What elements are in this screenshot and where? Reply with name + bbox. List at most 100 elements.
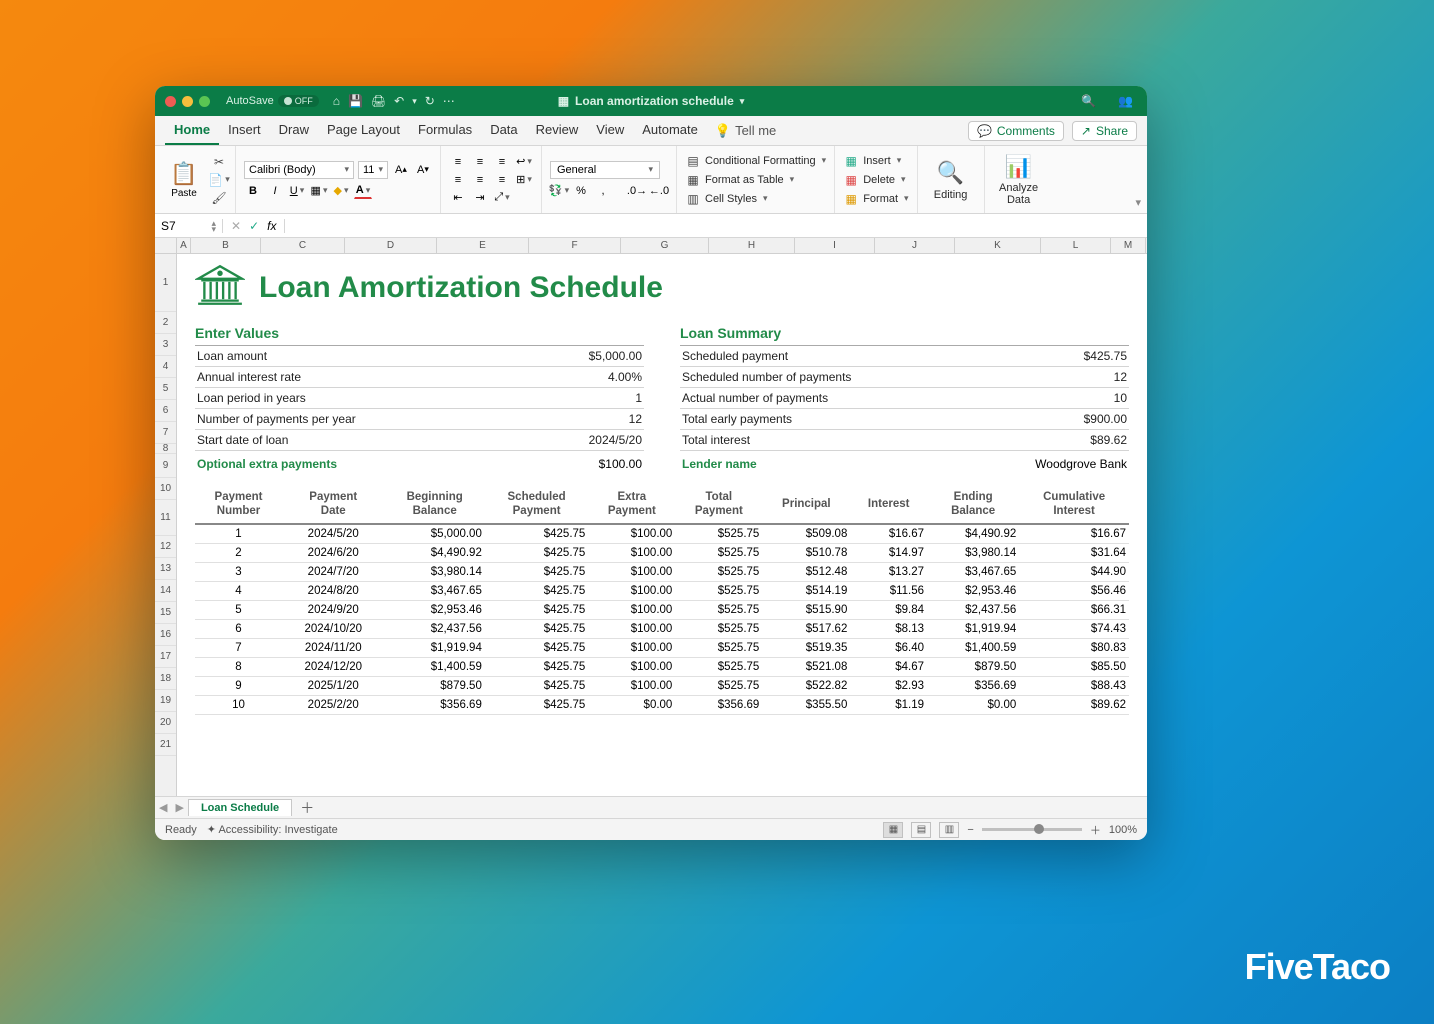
cut-icon[interactable]: ✂ xyxy=(211,154,227,170)
add-sheet-icon[interactable]: ＋ xyxy=(292,798,322,818)
table-cell[interactable]: 9 xyxy=(195,676,282,695)
table-cell[interactable]: 2024/12/20 xyxy=(282,657,385,676)
align-middle-icon[interactable]: ≡ xyxy=(471,154,489,170)
table-cell[interactable]: 1 xyxy=(195,524,282,544)
align-right-icon[interactable]: ≡ xyxy=(493,172,511,188)
table-cell[interactable]: $14.97 xyxy=(850,543,927,562)
table-cell[interactable]: $525.75 xyxy=(675,524,762,544)
table-cell[interactable]: $525.75 xyxy=(675,638,762,657)
view-normal-icon[interactable]: ▦ xyxy=(883,822,903,838)
table-header[interactable]: EndingBalance xyxy=(927,487,1019,524)
wrap-text-icon[interactable]: ↩▾ xyxy=(515,154,533,170)
table-cell[interactable]: $9.84 xyxy=(850,600,927,619)
undo-icon[interactable]: ↶ xyxy=(394,94,404,108)
tab-automate[interactable]: Automate xyxy=(633,117,707,145)
table-cell[interactable]: 2024/9/20 xyxy=(282,600,385,619)
table-cell[interactable]: $1,919.94 xyxy=(927,619,1019,638)
table-cell[interactable]: $514.19 xyxy=(762,581,850,600)
row-header[interactable]: 16 xyxy=(155,624,176,646)
row-header[interactable]: 3 xyxy=(155,334,176,356)
row-header[interactable]: 7 xyxy=(155,422,176,444)
col-header[interactable]: B xyxy=(191,238,261,253)
row-header[interactable]: 10 xyxy=(155,478,176,500)
table-cell[interactable]: $425.75 xyxy=(485,562,588,581)
table-cell[interactable]: 2024/5/20 xyxy=(282,524,385,544)
shrink-font-icon[interactable]: A▾ xyxy=(414,162,432,178)
row-header[interactable]: 8 xyxy=(155,444,176,454)
undo-dropdown-icon[interactable]: ▾ xyxy=(412,96,417,107)
col-header[interactable]: H xyxy=(709,238,795,253)
table-header[interactable]: PaymentNumber xyxy=(195,487,282,524)
table-cell[interactable]: $2.93 xyxy=(850,676,927,695)
zoom-in-icon[interactable]: ＋ xyxy=(1090,822,1101,838)
table-cell[interactable]: 5 xyxy=(195,600,282,619)
table-cell[interactable]: 3 xyxy=(195,562,282,581)
table-cell[interactable]: $100.00 xyxy=(588,657,675,676)
table-cell[interactable]: 2024/8/20 xyxy=(282,581,385,600)
col-header[interactable]: K xyxy=(955,238,1041,253)
row-header[interactable]: 12 xyxy=(155,536,176,558)
redo-icon[interactable]: ↻ xyxy=(425,94,435,108)
row-header[interactable]: 15 xyxy=(155,602,176,624)
tab-view[interactable]: View xyxy=(587,117,633,145)
col-header[interactable]: E xyxy=(437,238,529,253)
table-cell[interactable]: $2,953.46 xyxy=(927,581,1019,600)
table-cell[interactable]: $356.69 xyxy=(927,676,1019,695)
table-cell[interactable]: $425.75 xyxy=(485,524,588,544)
row-header[interactable]: 6 xyxy=(155,400,176,422)
row-header[interactable]: 2 xyxy=(155,312,176,334)
table-cell[interactable]: 2025/2/20 xyxy=(282,695,385,714)
share-button[interactable]: ↗ Share xyxy=(1072,121,1137,141)
select-all-corner[interactable] xyxy=(155,238,177,253)
table-cell[interactable]: $517.62 xyxy=(762,619,850,638)
home-icon[interactable]: ⌂ xyxy=(333,94,340,108)
row-header[interactable]: 21 xyxy=(155,734,176,756)
table-cell[interactable]: 4 xyxy=(195,581,282,600)
zoom-out-icon[interactable]: − xyxy=(967,824,973,836)
font-color-button[interactable]: A▾ xyxy=(354,183,372,199)
table-cell[interactable]: $16.67 xyxy=(850,524,927,544)
tab-next-icon[interactable]: ▶ xyxy=(171,801,187,814)
table-cell[interactable]: $16.67 xyxy=(1019,524,1129,544)
table-header[interactable]: CumulativeInterest xyxy=(1019,487,1129,524)
table-cell[interactable]: $11.56 xyxy=(850,581,927,600)
cancel-formula-icon[interactable]: ✕ xyxy=(231,219,241,233)
col-header[interactable]: J xyxy=(875,238,955,253)
table-cell[interactable]: $66.31 xyxy=(1019,600,1129,619)
sheet-tab-active[interactable]: Loan Schedule xyxy=(188,799,292,816)
table-cell[interactable]: $4,490.92 xyxy=(385,543,485,562)
table-cell[interactable]: $425.75 xyxy=(485,543,588,562)
table-cell[interactable]: $3,980.14 xyxy=(927,543,1019,562)
autosave-toggle[interactable]: AutoSave OFF xyxy=(226,95,319,107)
table-cell[interactable]: $1,919.94 xyxy=(385,638,485,657)
input-value[interactable]: 2024/5/20 xyxy=(589,433,642,447)
table-cell[interactable]: $85.50 xyxy=(1019,657,1129,676)
delete-cells-button[interactable]: ▦Delete▾ xyxy=(843,172,908,188)
table-cell[interactable]: 10 xyxy=(195,695,282,714)
row-header[interactable]: 13 xyxy=(155,558,176,580)
table-cell[interactable]: $515.90 xyxy=(762,600,850,619)
table-cell[interactable]: $525.75 xyxy=(675,676,762,695)
table-header[interactable]: TotalPayment xyxy=(675,487,762,524)
row-header[interactable]: 14 xyxy=(155,580,176,602)
table-cell[interactable]: $100.00 xyxy=(588,638,675,657)
maximize-window[interactable] xyxy=(199,96,210,107)
outdent-icon[interactable]: ⇤ xyxy=(449,190,467,206)
search-icon[interactable]: 🔍 xyxy=(1081,94,1096,108)
table-cell[interactable]: $8.13 xyxy=(850,619,927,638)
tab-insert[interactable]: Insert xyxy=(219,117,270,145)
table-cell[interactable]: $512.48 xyxy=(762,562,850,581)
tell-me[interactable]: 💡 Tell me xyxy=(715,123,776,139)
document-title[interactable]: ▦ Loan amortization schedule ▾ xyxy=(558,94,745,108)
font-size-select[interactable]: 11▾ xyxy=(358,161,388,179)
table-header[interactable]: ExtraPayment xyxy=(588,487,675,524)
table-header[interactable]: Principal xyxy=(762,487,850,524)
orientation-icon[interactable]: ⤢▾ xyxy=(493,190,511,206)
more-icon[interactable]: ⋯ xyxy=(443,94,455,108)
table-cell[interactable]: $100.00 xyxy=(588,619,675,638)
col-header[interactable]: L xyxy=(1041,238,1111,253)
table-cell[interactable]: $100.00 xyxy=(588,676,675,695)
table-cell[interactable]: $525.75 xyxy=(675,581,762,600)
tab-page-layout[interactable]: Page Layout xyxy=(318,117,409,145)
table-cell[interactable]: $3,467.65 xyxy=(385,581,485,600)
